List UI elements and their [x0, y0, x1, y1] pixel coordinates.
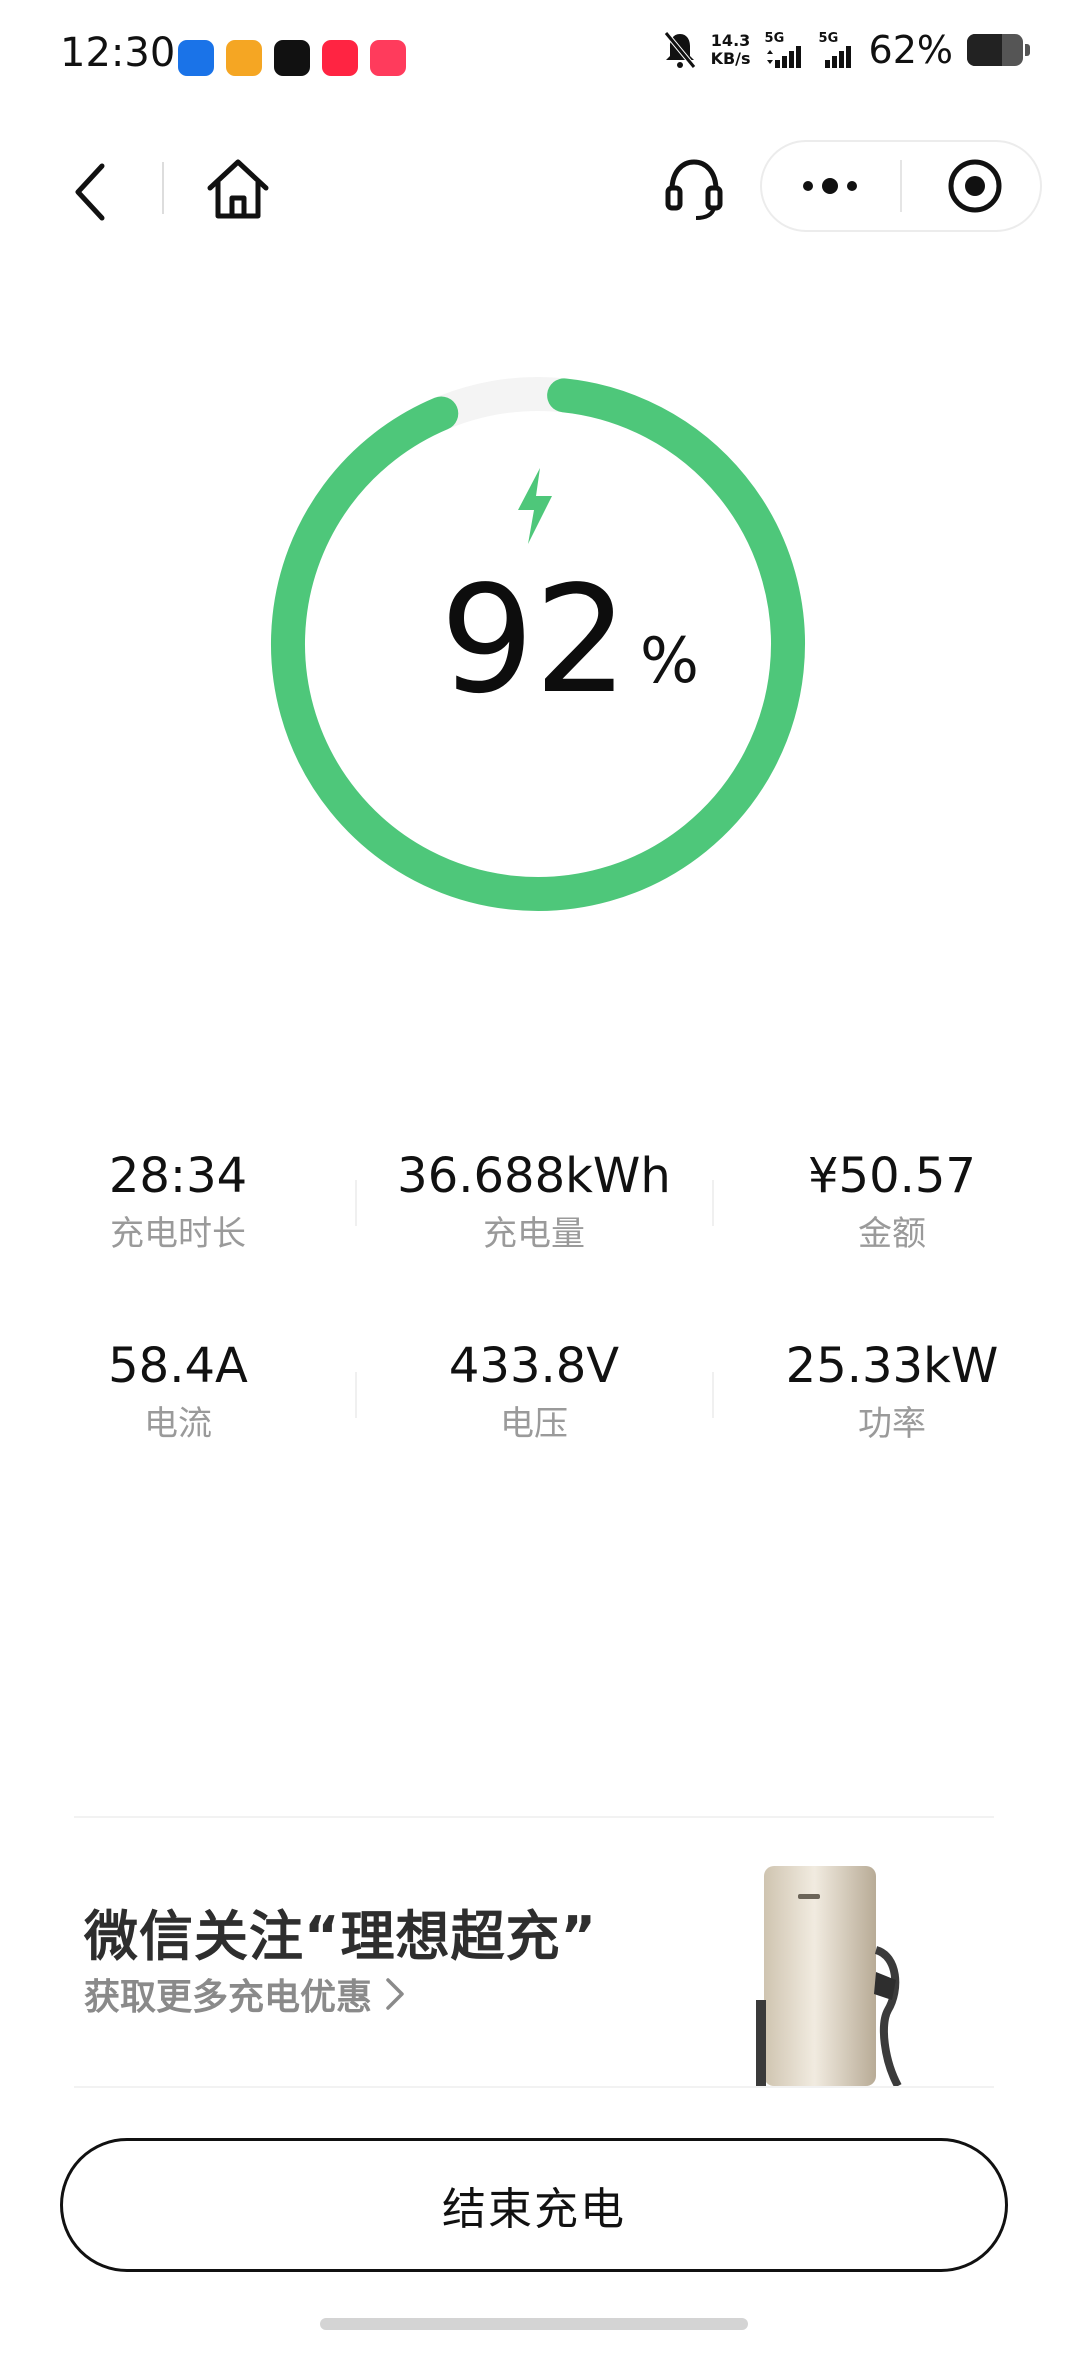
stat-value: 25.33kW [785, 1338, 999, 1394]
charge-percent-value: 92 [440, 554, 629, 726]
app-red-icon [370, 40, 406, 76]
charge-percent-sign: % [640, 624, 699, 697]
sim2-label: 5G [818, 31, 839, 46]
home-indicator[interactable] [320, 2318, 748, 2330]
stat-voltage: 433.8V 电压 [384, 1338, 684, 1444]
stat-label: 功率 [858, 1404, 926, 1444]
charger-image [756, 1866, 902, 2086]
battery-icon [967, 34, 1023, 66]
stat-label: 电压 [500, 1404, 568, 1444]
xiaohongshu-icon [322, 40, 358, 76]
stat-power: 25.33kW 功率 [742, 1338, 1042, 1444]
more-dots-icon[interactable] [798, 164, 862, 208]
stat-value: 36.688kWh [397, 1148, 671, 1204]
stat-value: ¥50.57 [808, 1148, 976, 1204]
capsule-divider [900, 160, 902, 212]
stat-label: 充电量 [483, 1214, 585, 1254]
stat-value: 433.8V [448, 1338, 620, 1394]
chat-app-icon [178, 40, 214, 76]
lightning-bolt-icon [518, 468, 552, 544]
stat-label: 充电时长 [110, 1214, 246, 1254]
net-speed: 14.3 KB/s [711, 32, 751, 68]
stat-amount: ¥50.57 金额 [742, 1148, 1042, 1254]
chevron-right-icon [386, 1978, 404, 2010]
stat-current: 58.4A 电流 [28, 1338, 328, 1444]
sim1-label: 5G [764, 31, 785, 46]
battery-fill [967, 34, 1002, 66]
banner-subtitle: 获取更多充电优惠 [84, 1977, 373, 2018]
chevron-left-icon[interactable] [70, 162, 110, 222]
end-charging-button[interactable]: 结束充电 [60, 2138, 1008, 2272]
stat-divider [355, 1180, 357, 1226]
sim2-signal: 5G [819, 32, 855, 68]
home-icon[interactable] [204, 154, 272, 222]
nav-divider [162, 162, 164, 214]
stat-energy: 36.688kWh 充电量 [384, 1148, 684, 1254]
stat-divider [355, 1372, 357, 1418]
weibo-icon [226, 40, 262, 76]
battery-cap [1025, 44, 1030, 56]
status-right: 14.3 KB/s 5G 5G 62% [663, 28, 1030, 72]
signal-bars-icon [766, 46, 801, 68]
stat-divider [712, 1180, 714, 1226]
banner-divider-bottom [74, 2086, 994, 2088]
stat-value: 28:34 [108, 1148, 248, 1204]
notification-icons [178, 40, 406, 76]
status-time: 12:30 [60, 30, 176, 76]
stat-value: 58.4A [108, 1338, 248, 1394]
banner-title[interactable]: 微信关注“理想超充” [84, 1892, 597, 1971]
target-icon[interactable] [945, 156, 1005, 216]
signal-bars-icon [824, 46, 851, 68]
stat-label: 电流 [144, 1404, 212, 1444]
net-speed-unit: KB/s [710, 49, 751, 68]
net-speed-value: 14.3 [710, 31, 751, 50]
headset-icon[interactable] [664, 154, 724, 222]
tiktok-icon [274, 40, 310, 76]
stat-label: 金额 [858, 1214, 926, 1254]
sim1-signal: 5G [765, 32, 805, 68]
mute-bell-icon [663, 31, 696, 69]
stat-duration: 28:34 充电时长 [28, 1148, 328, 1254]
banner-divider-top [74, 1816, 994, 1818]
banner-subtitle-link[interactable]: 获取更多充电优惠 [84, 1968, 406, 2020]
stat-divider [712, 1372, 714, 1418]
battery-percent: 62% [868, 28, 953, 72]
